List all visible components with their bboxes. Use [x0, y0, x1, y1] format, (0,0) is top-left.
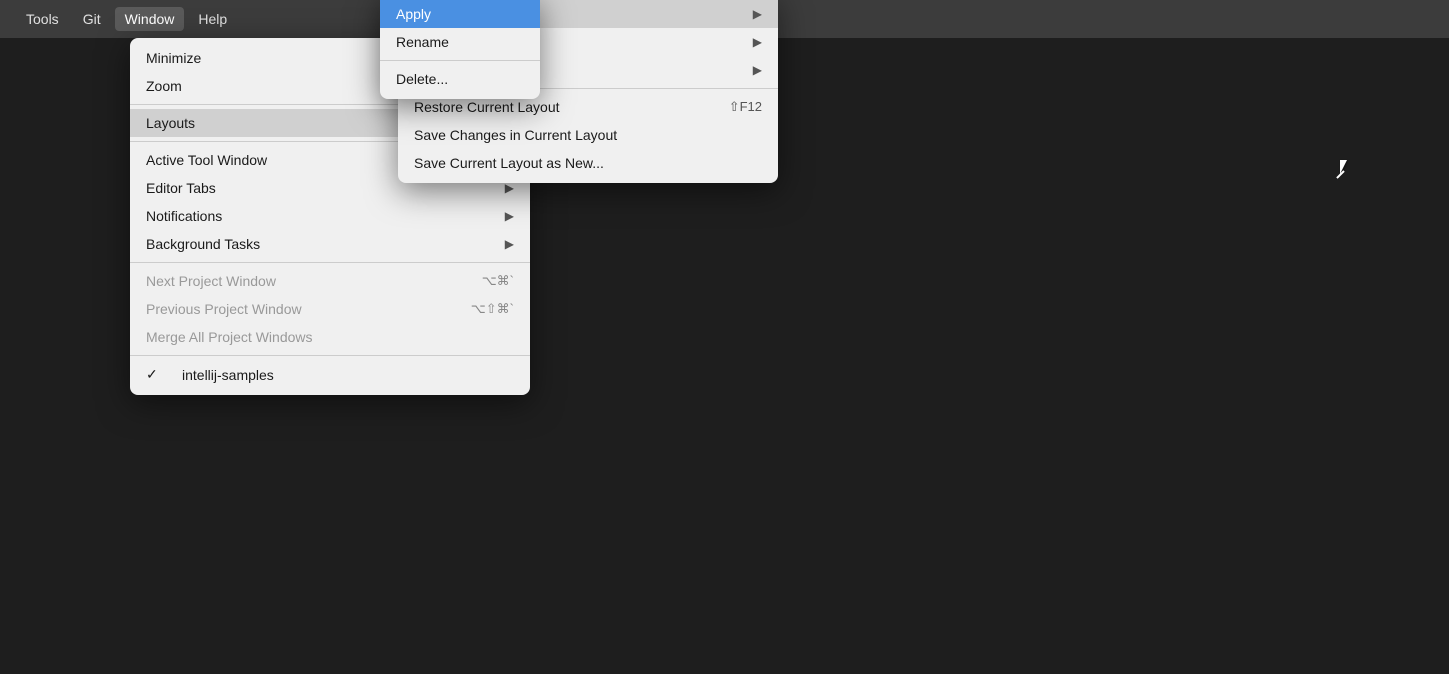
menu-item-notifications[interactable]: Notifications ▶ — [130, 202, 530, 230]
arrow-icon: ▶ — [753, 35, 762, 49]
menu-item-intellij-samples[interactable]: ✓ intellij-samples — [130, 360, 530, 389]
menu-item-prev-project[interactable]: Previous Project Window ⌥⇧⌘` — [130, 295, 530, 323]
menu-item-next-project[interactable]: Next Project Window ⌥⌘` — [130, 267, 530, 295]
home-submenu: Apply Rename Delete... — [380, 0, 540, 99]
menu-item-save-changes[interactable]: Save Changes in Current Layout — [398, 121, 778, 149]
menu-item-layouts[interactable]: Layouts ▶ Home ▶ Apply Re — [130, 109, 530, 137]
layouts-submenu: Home ▶ Apply Rename — [398, 0, 778, 183]
separator-home-1 — [380, 60, 540, 61]
separator-4 — [130, 355, 530, 356]
menubar-item-window[interactable]: Window — [115, 7, 185, 31]
menu-item-background-tasks[interactable]: Background Tasks ▶ — [130, 230, 530, 258]
menu-item-apply[interactable]: Apply — [380, 0, 540, 28]
menubar-item-tools[interactable]: Tools — [16, 7, 69, 31]
window-menu-panel: Minimize ⌘M Zoom ⌃⌘= Layouts ▶ Home ▶ — [130, 38, 530, 395]
menu-item-home[interactable]: Home ▶ Apply Rename — [398, 0, 778, 28]
arrow-icon: ▶ — [753, 7, 762, 21]
arrow-icon: ▶ — [753, 63, 762, 77]
menu-item-rename[interactable]: Rename — [380, 28, 540, 56]
arrow-icon: ▶ — [505, 209, 514, 223]
arrow-icon: ▶ — [505, 237, 514, 251]
menu-item-delete[interactable]: Delete... — [380, 65, 540, 93]
menu-item-save-new[interactable]: Save Current Layout as New... — [398, 149, 778, 177]
window-menu: Minimize ⌘M Zoom ⌃⌘= Layouts ▶ Home ▶ — [130, 38, 530, 395]
arrow-icon: ▶ — [505, 181, 514, 195]
cursor — [1340, 160, 1360, 184]
menubar-item-help[interactable]: Help — [188, 7, 237, 31]
checkmark-icon: ✓ — [146, 366, 162, 383]
menubar-item-git[interactable]: Git — [73, 7, 111, 31]
separator-3 — [130, 262, 530, 263]
menu-item-merge-windows[interactable]: Merge All Project Windows — [130, 323, 530, 351]
